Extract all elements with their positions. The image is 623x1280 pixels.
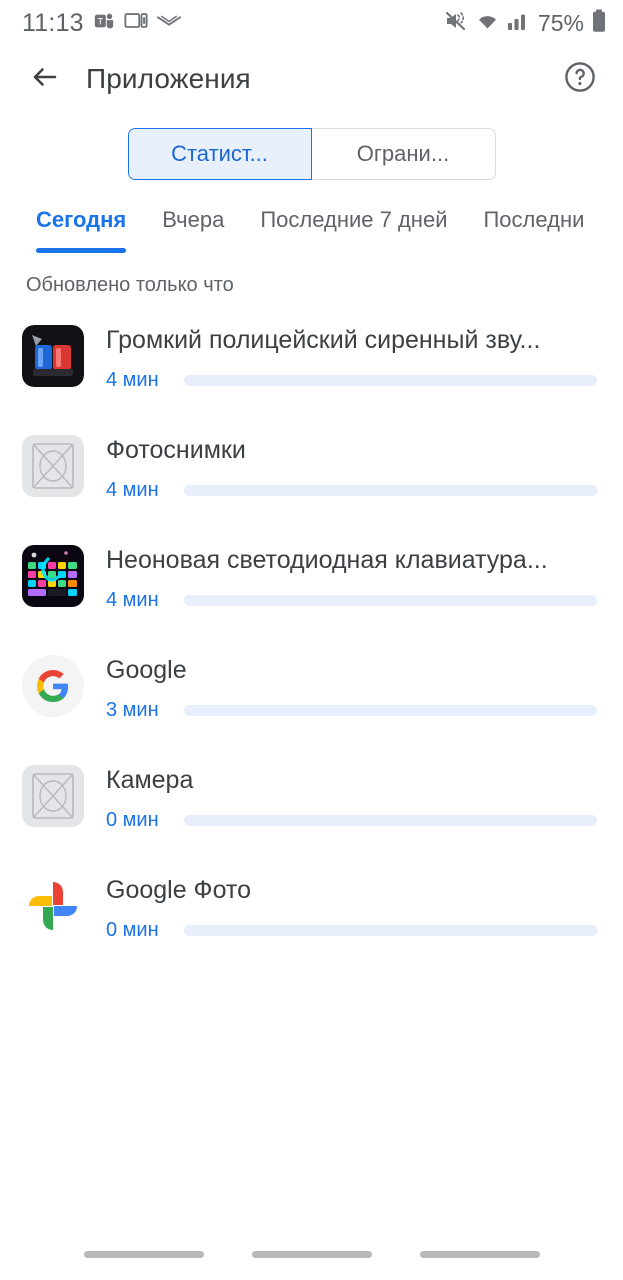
back-button[interactable] <box>24 58 66 100</box>
cast-screen-icon <box>124 11 148 36</box>
status-clock: 11:13 <box>22 8 84 37</box>
usage-bar-track <box>184 815 597 826</box>
placeholder-image-icon <box>22 435 84 497</box>
google-g-icon <box>22 655 84 717</box>
teams-icon: T <box>93 10 115 37</box>
list-item[interactable]: Google Фото 0 мин <box>0 869 623 979</box>
app-usage-screen: 11:13 T 75% Приложения Статист... Ограни… <box>0 0 623 1280</box>
app-name: Камера <box>106 766 194 794</box>
tab-last-period-label: Последни <box>483 207 585 232</box>
tab-yesterday-label: Вчера <box>162 207 225 232</box>
list-item-body: Фотоснимки 4 мин <box>106 429 599 502</box>
list-item-body: Громкий полицейский сиренный зву... 4 ми… <box>106 319 599 392</box>
status-bar-right: 75% <box>444 9 607 38</box>
system-navigation-bar <box>0 1228 623 1280</box>
app-usage-meta: 3 мин <box>106 699 599 722</box>
back-arrow-icon <box>30 62 60 97</box>
google-photos-icon <box>22 875 84 937</box>
app-usage-meta: 0 мин <box>106 919 599 942</box>
list-item[interactable]: Громкий полицейский сиренный зву... 4 ми… <box>0 319 623 429</box>
police-siren-icon <box>22 325 84 387</box>
battery-percent: 75% <box>537 9 584 36</box>
help-circle-icon <box>563 60 597 99</box>
app-name: Громкий полицейский сиренный зву... <box>106 326 541 354</box>
segmented-control: Статист... Ограни... <box>127 128 496 180</box>
app-name: Google Фото <box>106 876 251 904</box>
list-item[interactable]: Неоновая светодиодная клавиатура... 4 ми… <box>0 539 623 649</box>
nav-pill[interactable] <box>251 1250 372 1258</box>
tab-last-7-days[interactable]: Последние 7 дней <box>242 206 465 256</box>
tab-last-7-days-label: Последние 7 дней <box>260 207 448 232</box>
app-usage-time: 3 мин <box>106 699 159 721</box>
list-item-body: Неоновая светодиодная клавиатура... 4 ми… <box>106 539 599 612</box>
nav-pill[interactable] <box>83 1250 204 1258</box>
battery-icon <box>591 9 607 38</box>
updated-status: Обновлено только что <box>26 274 234 296</box>
usage-bar-track <box>184 595 597 606</box>
tab-indicator <box>260 248 447 253</box>
app-usage-meta: 4 мин <box>106 369 599 392</box>
date-tabs: Сегодня Вчера Последние 7 дней Последни <box>0 206 623 256</box>
list-item-body: Google Фото 0 мин <box>106 869 599 942</box>
app-usage-list: Громкий полицейский сиренный зву... 4 ми… <box>0 319 623 979</box>
segmented-control-wrapper: Статист... Ограни... <box>0 128 623 180</box>
page-title: Приложения <box>86 63 251 94</box>
list-item[interactable]: Google 3 мин <box>0 649 623 759</box>
signal-icon <box>507 11 529 36</box>
app-usage-time: 4 мин <box>106 369 159 391</box>
app-bar: Приложения <box>0 46 623 112</box>
chevron-badge-icon <box>156 13 181 34</box>
usage-bar-track <box>184 375 597 386</box>
help-button[interactable] <box>559 58 601 100</box>
list-item-body: Камера 0 мин <box>106 759 599 832</box>
app-usage-meta: 4 мин <box>106 589 599 612</box>
app-usage-time: 4 мин <box>106 479 159 501</box>
svg-text:T: T <box>97 16 103 26</box>
nav-pill[interactable] <box>419 1250 540 1258</box>
segment-statistics[interactable]: Статист... <box>127 128 312 180</box>
app-usage-time: 0 мин <box>106 919 159 941</box>
neon-keyboard-icon <box>22 545 84 607</box>
status-bar-left: 11:13 T <box>22 9 181 38</box>
app-usage-time: 0 мин <box>106 809 159 831</box>
app-usage-time: 4 мин <box>106 589 159 611</box>
tab-active-indicator <box>36 248 127 253</box>
list-item[interactable]: Фотоснимки 4 мин <box>0 429 623 539</box>
mute-icon <box>444 10 468 37</box>
segment-limits[interactable]: Ограни... <box>311 128 496 180</box>
usage-bar-track <box>184 485 597 496</box>
list-item-body: Google 3 мин <box>106 649 599 722</box>
app-usage-meta: 4 мин <box>106 479 599 502</box>
tab-yesterday[interactable]: Вчера <box>144 206 242 256</box>
status-bar: 11:13 T 75% <box>0 0 623 46</box>
tab-today[interactable]: Сегодня <box>18 206 144 256</box>
tab-today-label: Сегодня <box>36 207 127 232</box>
tab-last-period[interactable]: Последни <box>465 206 602 256</box>
usage-bar-track <box>184 705 597 716</box>
app-name: Неоновая светодиодная клавиатура... <box>106 546 548 574</box>
app-name: Google <box>106 656 187 684</box>
placeholder-image-icon <box>22 765 84 827</box>
tab-indicator <box>162 248 224 253</box>
list-item[interactable]: Камера 0 мин <box>0 759 623 869</box>
usage-bar-track <box>184 925 597 936</box>
app-name: Фотоснимки <box>106 436 246 464</box>
wifi-icon <box>475 10 500 36</box>
tab-indicator <box>483 248 584 253</box>
app-usage-meta: 0 мин <box>106 809 599 832</box>
